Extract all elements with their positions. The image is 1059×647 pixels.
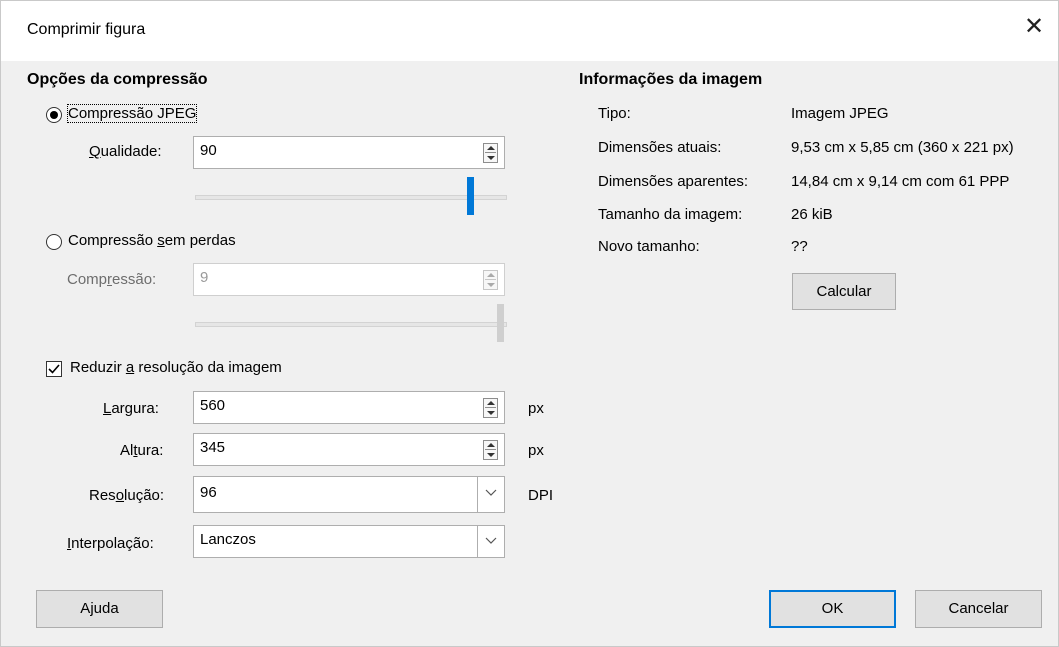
height-label: Altura: (120, 442, 164, 459)
radio-dot (50, 111, 58, 119)
lossless-label[interactable]: Compressão sem perdas (68, 232, 236, 249)
ok-button-label: OK (821, 600, 844, 617)
jpeg-compression-label[interactable]: Compressão JPEG (66, 104, 198, 123)
interpolation-combobox[interactable]: Lanczos (193, 525, 505, 558)
width-spinner[interactable] (483, 398, 498, 418)
info-value-type: Imagem JPEG (791, 105, 889, 122)
reduce-resolution-label[interactable]: Reduzir a resolução da imagem (70, 359, 282, 376)
chevron-down-icon (485, 537, 497, 544)
info-value-current-dimensions: 9,53 cm x 5,85 cm (360 x 221 px) (791, 139, 1014, 156)
compression-level-spinner (483, 270, 498, 290)
height-value: 345 (200, 439, 226, 456)
width-value: 560 (200, 397, 226, 414)
compression-level-slider-track (195, 322, 507, 327)
quality-spinner[interactable] (483, 143, 498, 163)
interpolation-label: Interpolação: (67, 535, 154, 552)
info-label-type: Tipo: (598, 105, 631, 122)
width-field[interactable]: 560 (193, 391, 505, 424)
compression-level-field: 9 (193, 263, 505, 296)
quality-slider-track[interactable] (195, 195, 507, 200)
resolution-combobox[interactable]: 96 (193, 476, 505, 513)
resolution-label: Resolução: (89, 487, 165, 504)
info-label-image-size: Tamanho da imagem: (598, 206, 743, 223)
resolution-value: 96 (200, 484, 217, 501)
compress-image-dialog: Comprimir figura ✕ Opções da compressão … (0, 0, 1059, 647)
width-unit: px (528, 400, 544, 417)
help-button[interactable]: Ajuda (36, 590, 163, 628)
interpolation-value: Lanczos (200, 531, 256, 548)
compression-level-value: 9 (200, 269, 209, 286)
info-value-new-size: ?? (791, 238, 808, 255)
info-label-new-size: Novo tamanho: (598, 238, 700, 255)
ok-button[interactable]: OK (769, 590, 896, 628)
reduce-resolution-checkbox[interactable] (46, 361, 62, 377)
height-spinner[interactable] (483, 440, 498, 460)
chevron-down-icon (485, 489, 497, 496)
jpeg-radio[interactable] (46, 107, 62, 123)
quality-value: 90 (200, 142, 217, 159)
quality-slider-thumb[interactable] (467, 177, 474, 215)
info-value-apparent-dimensions: 14,84 cm x 9,14 cm com 61 PPP (791, 173, 1010, 190)
cancel-button-label: Cancelar (948, 600, 1009, 617)
quality-field[interactable]: 90 (193, 136, 505, 169)
lossless-radio[interactable] (46, 234, 62, 250)
info-label-current-dimensions: Dimensões atuais: (598, 139, 722, 156)
resolution-dropdown-button[interactable] (477, 477, 504, 512)
compression-level-slider-thumb (497, 304, 504, 342)
interpolation-dropdown-button[interactable] (477, 526, 504, 557)
quality-label: Qualidade: (89, 143, 162, 160)
jpeg-compression-text: Compressão JPEG (68, 105, 197, 122)
compression-heading: Opções da compressão (27, 71, 208, 88)
dialog-title: Comprimir figura (27, 21, 146, 38)
calculate-button[interactable]: Calcular (792, 273, 896, 310)
cancel-button[interactable]: Cancelar (915, 590, 1042, 628)
title-bar: Comprimir figura ✕ (1, 1, 1058, 61)
compression-level-label: Compressão: (67, 271, 157, 288)
checkmark-icon (48, 364, 60, 374)
info-value-image-size: 26 kiB (791, 206, 833, 223)
calculate-button-label: Calcular (816, 283, 872, 300)
info-label-apparent-dimensions: Dimensões aparentes: (598, 173, 749, 190)
resolution-unit: DPI (528, 487, 554, 504)
image-info-heading: Informações da imagem (579, 71, 763, 88)
height-unit: px (528, 442, 544, 459)
height-field[interactable]: 345 (193, 433, 505, 466)
width-label: Largura: (103, 400, 159, 417)
close-icon[interactable]: ✕ (1022, 15, 1046, 39)
